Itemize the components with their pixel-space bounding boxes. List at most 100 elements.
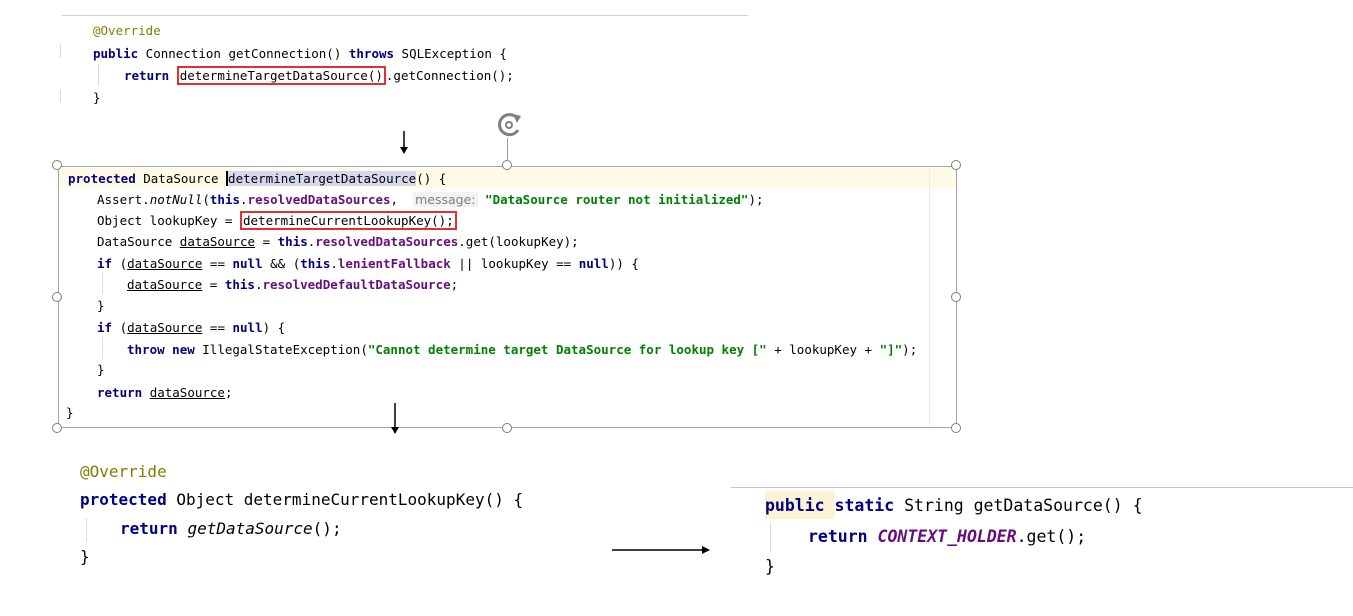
code-text: IllegalStateException(	[194, 342, 368, 357]
field: resolvedDataSources	[315, 234, 459, 249]
code-text: ) {	[262, 320, 286, 335]
resize-handle-top-center[interactable]	[502, 160, 512, 170]
return-context-holder: return CONTEXT_HOLDER.get();	[808, 521, 1086, 552]
keyword: return	[808, 527, 868, 546]
code-text: + lookupKey +	[766, 342, 880, 357]
code-text: Object determineCurrentLookupKey() {	[166, 490, 524, 509]
static-call: notNull	[149, 192, 203, 207]
snippet4-top-border	[731, 487, 1353, 488]
keyword: null	[232, 256, 263, 271]
code-text: .getConnection();	[385, 68, 514, 83]
resize-handle-middle-left[interactable]	[52, 292, 62, 302]
keyword: protected	[80, 490, 167, 509]
keyword: throw	[127, 342, 165, 357]
snippet1-indent-guide	[98, 64, 99, 86]
code-text: .	[240, 192, 248, 207]
variable: dataSource	[127, 277, 203, 292]
keyword: new	[172, 342, 195, 357]
keyword: this	[224, 277, 255, 292]
keyword: if	[97, 320, 113, 335]
code-text: );	[748, 192, 764, 207]
determine-current-signature: protected Object determineCurrentLookupK…	[80, 486, 523, 515]
highlight-box-determine-target: determineTargetDataSource()	[176, 66, 386, 85]
static-call: getDataSource	[187, 519, 313, 538]
code-text: () {	[416, 171, 447, 186]
assert-line: Assert.notNull(this.resolvedDataSources,…	[97, 189, 764, 210]
arrow-down-icon	[400, 131, 408, 154]
resize-handle-bottom-center[interactable]	[502, 423, 512, 433]
keyword: null	[578, 256, 609, 271]
highlight-box-determine-current: determineCurrentLookupKey();	[240, 211, 457, 230]
code-text: DataSource	[135, 171, 227, 186]
code-text: || lookupKey ==	[450, 256, 579, 271]
code-text: Object lookupKey =	[97, 213, 240, 228]
code-text: Connection getConnection()	[138, 46, 349, 61]
keyword: public	[765, 496, 825, 515]
code-text: (	[112, 256, 128, 271]
datasource-get-line: DataSource dataSource = this.resolvedDat…	[97, 231, 579, 252]
determine-target-signature: protected DataSource determineTargetData…	[68, 168, 446, 189]
static-field: CONTEXT_HOLDER	[877, 527, 1017, 546]
code-text: ;	[224, 385, 233, 400]
indent-guide	[102, 337, 103, 359]
string-literal: "Cannot determine target DataSource for …	[367, 342, 767, 357]
keyword: throws	[348, 46, 395, 61]
parameter-hint: message:	[413, 192, 478, 207]
code-text: (	[202, 192, 210, 207]
keyword: protected	[68, 171, 136, 186]
resize-handle-bottom-right[interactable]	[951, 423, 961, 433]
code-text: .get();	[1016, 527, 1087, 546]
code-text: =	[255, 234, 278, 249]
if-null-line: if (dataSource == null) {	[97, 317, 285, 338]
rotate-connector	[507, 138, 508, 162]
variable: dataSource	[149, 385, 225, 400]
code-text: =	[202, 277, 225, 292]
code-text: && (	[262, 256, 301, 271]
indent-guide	[86, 518, 87, 542]
closing-brace: }	[765, 557, 775, 576]
keyword: this	[300, 256, 331, 271]
code-text: ();	[312, 519, 342, 538]
lookup-key-line: Object lookupKey = determineCurrentLooku…	[97, 210, 457, 231]
method-name-selected: determineTargetDataSource	[226, 171, 417, 186]
code-text: .get(lookupKey);	[458, 234, 579, 249]
indent-guide	[102, 272, 103, 294]
snippet1-gutter-mark	[60, 44, 61, 58]
code-text: );	[902, 342, 918, 357]
override-annotation: @Override	[93, 23, 161, 38]
closing-brace: }	[97, 362, 105, 377]
keyword: if	[97, 256, 113, 271]
resize-handle-bottom-left[interactable]	[52, 423, 62, 433]
code-text: DataSource	[97, 234, 180, 249]
keyword: this	[209, 192, 241, 207]
snippet1-gutter-mark	[60, 90, 61, 102]
code-text: ==	[202, 256, 233, 271]
default-datasource-line: dataSource = this.resolvedDefaultDataSou…	[127, 274, 458, 295]
variable: dataSource	[179, 234, 256, 249]
code-text: Assert.	[97, 192, 150, 207]
code-text: (	[112, 320, 128, 335]
code-text: String getDataSource() {	[894, 496, 1143, 515]
resize-handle-middle-right[interactable]	[951, 292, 961, 302]
if-fallback-line: if (dataSource == null && (this.lenientF…	[97, 253, 639, 274]
keyword: null	[232, 320, 263, 335]
keyword: this	[277, 234, 308, 249]
variable: dataSource	[127, 256, 203, 271]
arrow-down-icon	[391, 403, 399, 434]
resize-handle-top-right[interactable]	[951, 160, 961, 170]
keyword: public	[93, 46, 139, 61]
indent-guide	[770, 522, 771, 552]
closing-brace: }	[93, 90, 101, 105]
field: resolvedDefaultDataSource	[262, 277, 451, 292]
arrow-right-icon	[612, 546, 710, 554]
field: resolvedDataSources	[247, 192, 391, 207]
return-get-datasource: return getDataSource();	[120, 515, 342, 544]
rotate-icon[interactable]	[493, 110, 527, 140]
field: lenientFallback	[337, 256, 451, 271]
code-text: ,	[390, 192, 414, 207]
resize-handle-top-left[interactable]	[52, 160, 62, 170]
keyword: static	[834, 496, 895, 515]
